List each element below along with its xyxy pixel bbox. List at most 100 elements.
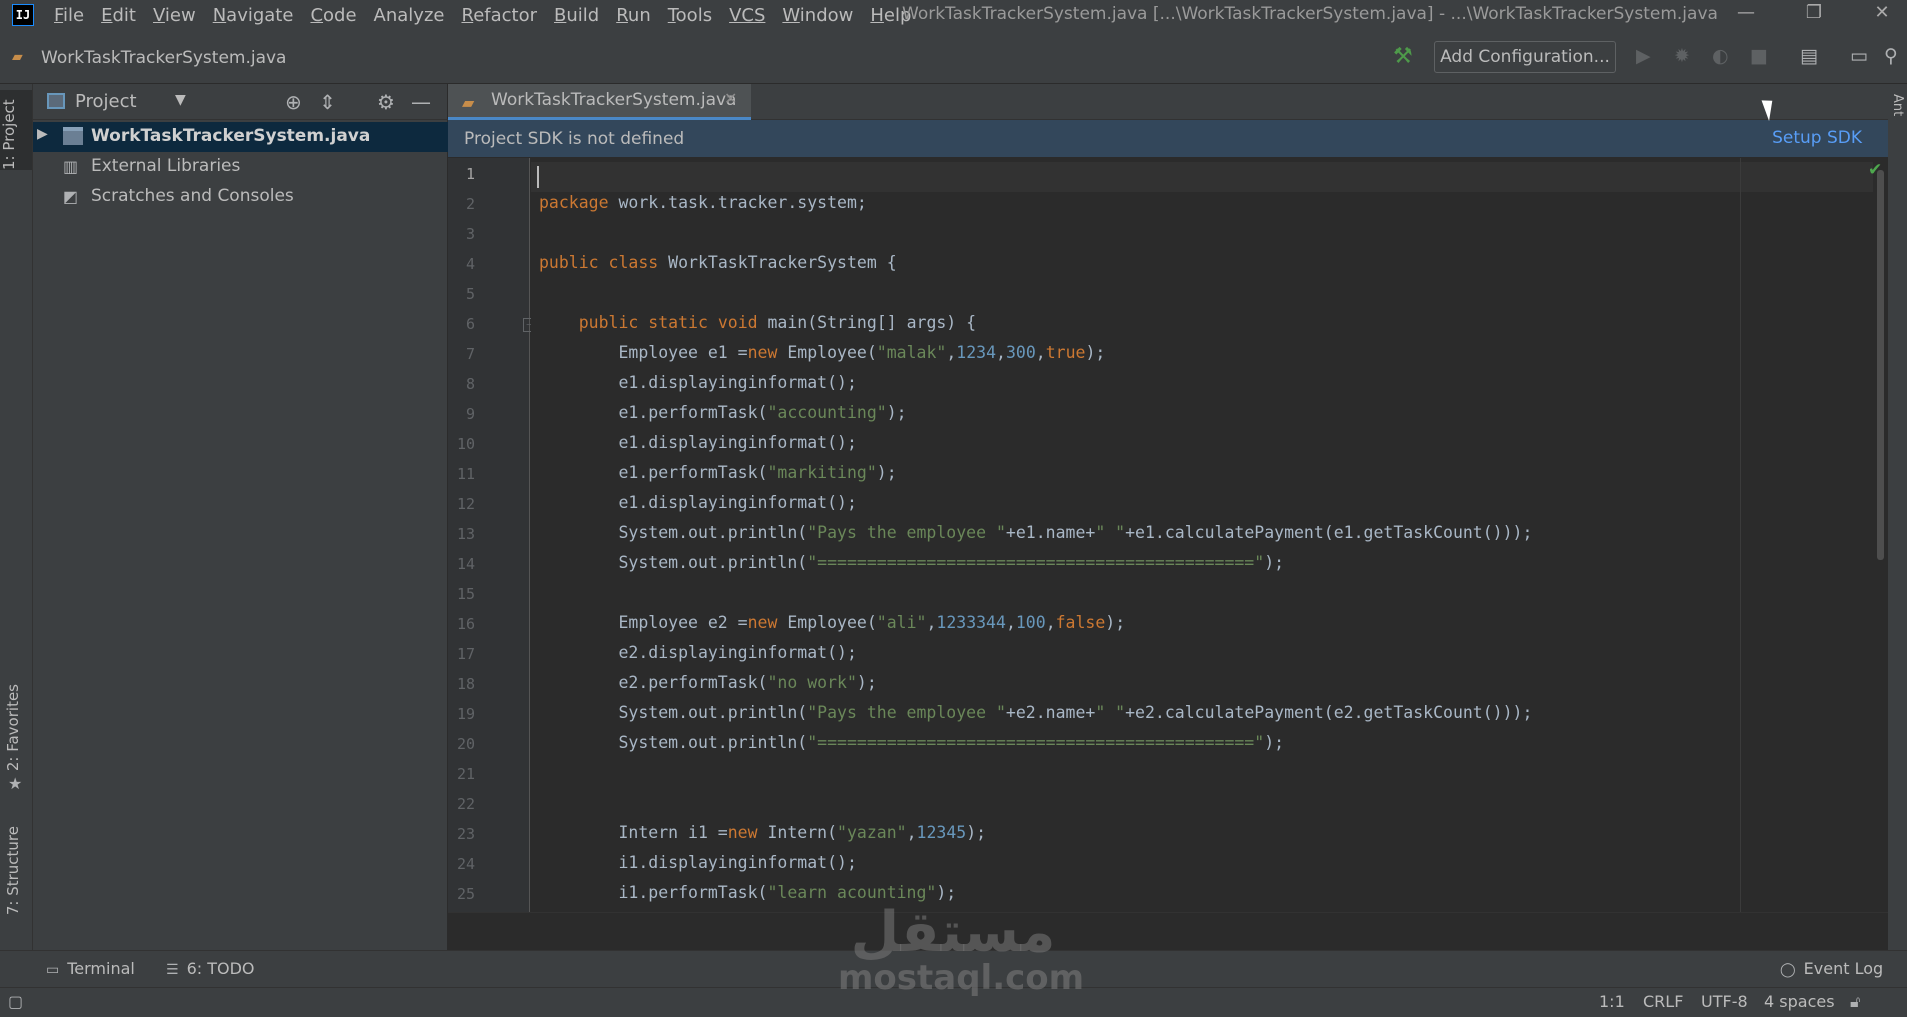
tab-favorites[interactable]: 2: Favorites [4,684,22,771]
search-icon[interactable]: ⚲ [1884,45,1898,67]
java-file-icon: ▰ [12,49,23,65]
intellij-logo-icon: IJ [12,4,34,26]
line-number: 21 [456,765,475,783]
line-number: 11 [456,465,475,483]
hide-panel-icon[interactable]: — [411,90,431,114]
line-number: 18 [456,675,475,693]
line-number: 7 [465,345,475,363]
stop-icon[interactable]: ■ [1750,45,1768,67]
line-number: 22 [456,795,475,813]
lock-icon[interactable]: 🔓︎ [1850,992,1860,1012]
close-window-button[interactable]: ✕ [1862,2,1902,28]
tree-item-scratches[interactable]: ◩ Scratches and Consoles [33,182,448,212]
line-number: 6 [465,315,475,333]
menu-build[interactable]: Build [554,5,599,26]
tree-item-project-root[interactable]: ▶ WorkTaskTrackerSystem.java [33,122,448,152]
menu-window[interactable]: Window [782,5,853,26]
project-view-icon [47,93,65,109]
file-encoding[interactable]: UTF-8 [1701,992,1748,1011]
indent-setting[interactable]: 4 spaces [1764,992,1835,1011]
code-editor[interactable]: package work.task.tracker.system; public… [531,158,1888,912]
breadcrumb-file[interactable]: WorkTaskTrackerSystem.java [41,48,286,68]
code-line: System.out.println("====================… [539,733,1285,752]
scrollbar-thumb[interactable] [1877,170,1884,560]
vertical-scrollbar[interactable] [1873,158,1888,912]
tree-item-external-libraries[interactable]: ▥ External Libraries [33,152,448,182]
code-line: e1.performTask("accounting"); [539,403,907,422]
build-hammer-icon[interactable]: ⚒ [1393,44,1413,69]
editor-tab-label: WorkTaskTrackerSystem.java [491,90,737,110]
libraries-icon: ▥ [63,157,79,176]
tab-structure[interactable]: 7: Structure [4,826,22,915]
menu-run[interactable]: Run [616,5,651,26]
code-line: System.out.println("Pays the employee "+… [539,523,1533,542]
chevron-down-icon[interactable]: ▼ [175,92,186,108]
setup-sdk-link[interactable]: Setup SDK [1772,128,1862,148]
gear-icon[interactable]: ⚙ [377,90,395,114]
line-number: 20 [456,735,475,753]
run-anything-icon[interactable]: ▭ [1850,45,1868,67]
project-structure-icon[interactable]: ▤ [1800,45,1818,67]
line-number: 14 [456,555,475,573]
code-line: public static void main(String[] args) { [578,313,977,332]
coverage-icon[interactable]: ◐ [1712,45,1729,67]
line-number: 3 [465,225,475,243]
tree-label: Scratches and Consoles [91,186,294,206]
close-tab-icon[interactable]: ✕ [724,89,737,108]
folder-icon [63,127,83,145]
list-icon: ☰ [166,962,179,978]
editor-tab-active[interactable]: ▰ WorkTaskTrackerSystem.java ✕ [448,84,751,120]
menu-vcs[interactable]: VCS [729,5,765,26]
line-number: 17 [456,645,475,663]
tab-project[interactable]: 1: Project [0,90,32,170]
project-panel-header: Project ▼ ⊕ ⇕ ⚙ — [33,84,448,120]
restore-button[interactable]: ❐ [1794,2,1834,28]
line-number: 25 [456,885,475,903]
line-number: 16 [456,615,475,633]
right-margin-guide [1740,158,1741,912]
line-number: 24 [456,855,475,873]
tree-label: External Libraries [91,156,241,176]
line-number: 9 [465,405,475,423]
line-separator[interactable]: CRLF [1643,992,1683,1011]
code-line: e1.displayinginformat(); [539,373,857,392]
locate-icon[interactable]: ⊕ [285,90,302,114]
todo-tab[interactable]: ☰ 6: TODO [166,959,255,978]
navigation-bar: ▰ WorkTaskTrackerSystem.java ⚒ Add Confi… [0,30,1907,84]
menu-tools[interactable]: Tools [668,5,712,26]
event-log-tab[interactable]: ◯ Event Log [1780,959,1883,978]
run-icon[interactable]: ▶ [1636,45,1651,67]
code-line: Employee e2 =new Employee("ali",1233344,… [539,613,1126,632]
toggle-tool-windows-icon[interactable]: ▢ [8,992,23,1011]
menu-analyze[interactable]: Analyze [374,5,445,26]
caret-position[interactable]: 1:1 [1599,992,1625,1011]
line-number: 12 [456,495,475,513]
expand-arrow-icon[interactable]: ▶ [37,126,48,142]
tab-ant[interactable]: Ant [1890,94,1905,116]
code-line: e2.performTask("no work"); [539,673,877,692]
line-number: 19 [456,705,475,723]
banner-message: Project SDK is not defined [464,129,685,149]
debug-icon[interactable]: ✹ [1674,45,1690,67]
text-caret [537,166,539,188]
menu-navigate[interactable]: Navigate [213,5,294,26]
terminal-tab[interactable]: ▭ Terminal [46,959,135,978]
minimize-button[interactable]: — [1726,2,1766,28]
code-line: Intern i1 =new Intern("yazan",12345); [539,823,987,842]
add-configuration-button[interactable]: Add Configuration... [1434,41,1616,73]
collapse-all-icon[interactable]: ⇕ [319,90,336,114]
menu-code[interactable]: Code [310,5,356,26]
menu-file[interactable]: File [54,5,84,26]
bottom-tool-bar: ▭ Terminal ☰ 6: TODO ◯ Event Log [0,950,1907,987]
editor-tab-bar: ▰ WorkTaskTrackerSystem.java ✕ [448,84,1888,120]
inspection-ok-icon[interactable]: ✔ [1868,160,1882,180]
tree-label: WorkTaskTrackerSystem.java [91,126,371,146]
project-view-selector[interactable]: Project [75,91,137,112]
menu-edit[interactable]: Edit [101,5,136,26]
line-number: 1 [465,165,475,183]
menu-refactor[interactable]: Refactor [461,5,537,26]
menu-view[interactable]: View [153,5,196,26]
status-bar: ▢ 1:1 CRLF UTF-8 4 spaces 🔓︎ [0,987,1907,1017]
line-number: 4 [465,255,475,273]
window-title: WorkTaskTrackerSystem.java [...\WorkTask… [902,4,1718,24]
